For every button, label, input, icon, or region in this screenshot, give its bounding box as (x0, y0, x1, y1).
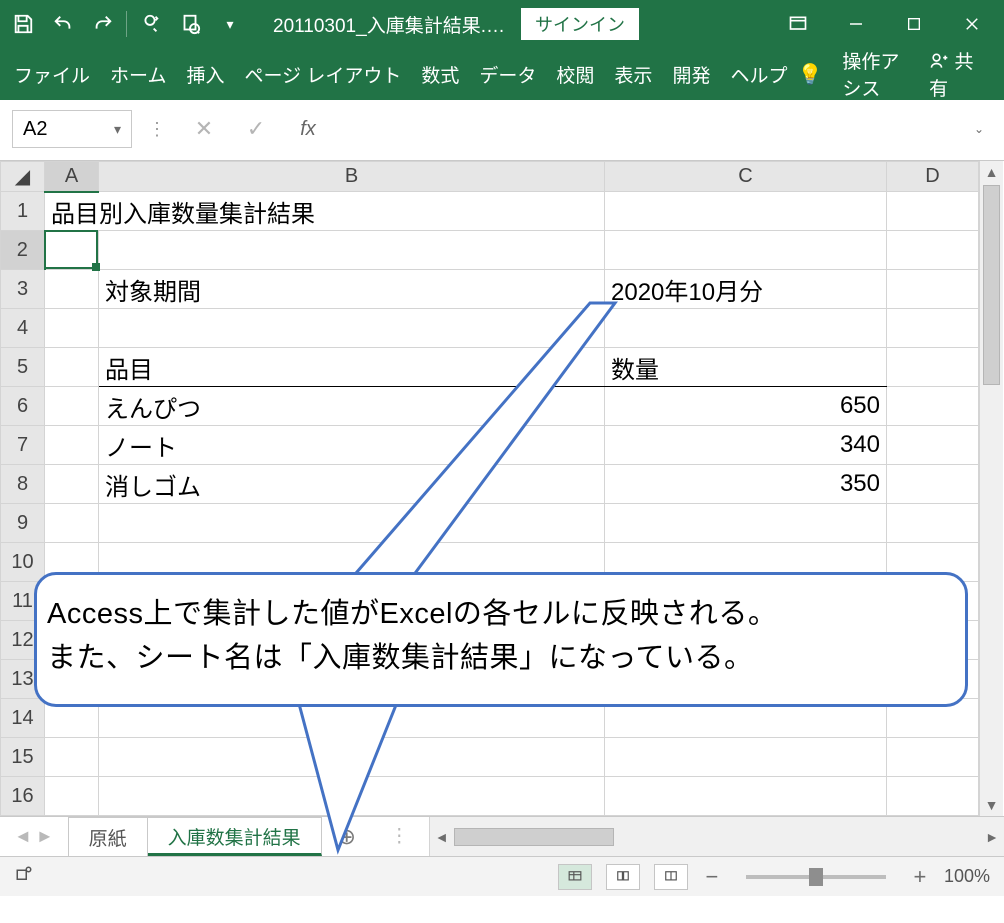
ribbon-tabs: ファイル ホーム 挿入 ページ レイアウト 数式 データ 校閲 表示 開発 ヘル… (0, 48, 1004, 100)
vertical-scrollbar[interactable]: ▲ ▼ (979, 161, 1003, 816)
col-header-C[interactable]: C (605, 162, 887, 192)
row-header-14[interactable]: 14 (1, 699, 45, 738)
row-header-1[interactable]: 1 (1, 192, 45, 231)
row-header-6[interactable]: 6 (1, 387, 45, 426)
tab-formulas[interactable]: 数式 (411, 48, 469, 100)
cell-C5[interactable]: 数量 (605, 348, 887, 387)
formula-bar: A2 ▾ ⋮ ✕ ✓ fx ⌄ (0, 100, 1004, 161)
zoom-in-button[interactable]: + (910, 864, 930, 890)
row-header-8[interactable]: 8 (1, 465, 45, 504)
tab-view[interactable]: 表示 (604, 48, 662, 100)
lightbulb-icon: 💡 (797, 62, 822, 87)
touch-mode-icon[interactable] (133, 7, 167, 41)
tab-file[interactable]: ファイル (4, 48, 100, 100)
col-header-A[interactable]: A (45, 162, 99, 192)
row-header-2[interactable]: 2 (1, 231, 45, 270)
cell-B2[interactable] (99, 231, 605, 270)
tab-data[interactable]: データ (469, 48, 546, 100)
cancel-formula-icon: ✕ (184, 110, 224, 148)
formula-input[interactable] (340, 110, 954, 148)
sheet-tabs-bar: ◄ ► 原紙 入庫数集計結果 ⊕ ⋮ ◄ ► (0, 816, 1004, 856)
save-icon[interactable] (6, 7, 40, 41)
tab-help[interactable]: ヘルプ (720, 48, 797, 100)
col-header-B[interactable]: B (99, 162, 605, 192)
print-preview-icon[interactable] (173, 7, 207, 41)
qat-customize-icon[interactable]: ▾ (213, 7, 247, 41)
cell-D2[interactable] (887, 231, 979, 270)
expand-formula-bar-icon[interactable]: ⌄ (966, 122, 992, 136)
close-button[interactable] (946, 0, 998, 48)
cell-C8[interactable]: 350 (605, 465, 887, 504)
cell-A1[interactable]: 品目別入庫数量集計結果 (45, 192, 605, 231)
undo-icon[interactable] (46, 7, 80, 41)
callout-line-2: また、シート名は「入庫数集計結果」になっている。 (47, 637, 955, 681)
row-header-3[interactable]: 3 (1, 270, 45, 309)
row-header-9[interactable]: 9 (1, 504, 45, 543)
tab-developer[interactable]: 開発 (662, 48, 720, 100)
zoom-out-button[interactable]: − (702, 864, 722, 890)
hscroll-thumb[interactable] (454, 828, 614, 846)
name-box-value: A2 (23, 118, 47, 141)
zoom-level[interactable]: 100% (944, 866, 990, 887)
cell-C3[interactable]: 2020年10月分 (605, 270, 887, 309)
ribbon-options-icon[interactable] (772, 0, 824, 48)
scroll-thumb[interactable] (983, 185, 1000, 385)
row-header-15[interactable]: 15 (1, 738, 45, 777)
callout-line-1: Access上で集計した値がExcelの各セルに反映される。 (47, 593, 955, 637)
cell-C7[interactable]: 340 (605, 426, 887, 465)
cell-C1[interactable] (605, 192, 887, 231)
tab-nav-next-icon[interactable]: ► (36, 826, 54, 847)
col-header-D[interactable]: D (887, 162, 979, 192)
tab-nav-prev-icon[interactable]: ◄ (14, 826, 32, 847)
redo-icon[interactable] (86, 7, 120, 41)
annotation-callout: Access上で集計した値がExcelの各セルに反映される。 また、シート名は「… (34, 572, 968, 707)
cell-A3[interactable] (45, 270, 99, 309)
document-title: 20110301_入庫集計結果.… (273, 11, 505, 38)
row-header-4[interactable]: 4 (1, 309, 45, 348)
callout-pointer-1 (340, 300, 640, 590)
cell-D1[interactable] (887, 192, 979, 231)
resize-handle[interactable]: ⋮ (144, 119, 172, 140)
cell-D3[interactable] (887, 270, 979, 309)
cell-C2[interactable] (605, 231, 887, 270)
view-pagelayout-button[interactable] (606, 864, 640, 890)
tab-nav-arrows[interactable]: ◄ ► (0, 817, 68, 856)
row-header-16[interactable]: 16 (1, 777, 45, 816)
tell-me-input[interactable]: 操作アシス (842, 47, 909, 101)
sheet-tab-original[interactable]: 原紙 (69, 817, 148, 856)
accept-formula-icon: ✓ (236, 110, 276, 148)
cell-C6[interactable]: 650 (605, 387, 887, 426)
callout-pointer-2 (278, 700, 438, 860)
row-header-10[interactable]: 10 (1, 543, 45, 582)
scroll-up-icon[interactable]: ▲ (980, 161, 1003, 183)
share-button[interactable]: 共有 (929, 47, 974, 101)
view-normal-button[interactable] (558, 864, 592, 890)
select-all-corner[interactable]: ◢ (1, 162, 45, 192)
tab-review[interactable]: 校閲 (546, 48, 604, 100)
minimize-button[interactable] (830, 0, 882, 48)
chevron-down-icon[interactable]: ▾ (114, 121, 121, 138)
name-box[interactable]: A2 ▾ (12, 110, 132, 148)
maximize-button[interactable] (888, 0, 940, 48)
tab-insert[interactable]: 挿入 (176, 48, 234, 100)
signin-button[interactable]: サインイン (521, 8, 639, 40)
tab-home[interactable]: ホーム (100, 48, 176, 100)
zoom-slider[interactable] (746, 875, 886, 879)
separator (126, 11, 127, 37)
row-header-5[interactable]: 5 (1, 348, 45, 387)
scroll-right-icon[interactable]: ► (980, 829, 1004, 845)
view-pagebreak-button[interactable] (654, 864, 688, 890)
title-bar: ▾ 20110301_入庫集計結果.… サインイン (0, 0, 1004, 48)
scroll-down-icon[interactable]: ▼ (980, 794, 1003, 816)
fx-icon[interactable]: fx (300, 118, 316, 141)
status-bar: − + 100% (0, 856, 1004, 896)
macro-record-icon[interactable] (14, 865, 34, 888)
horizontal-scrollbar[interactable]: ◄ ► (429, 817, 1004, 856)
tab-pagelayout[interactable]: ページ レイアウト (234, 48, 411, 100)
cell-A2[interactable] (45, 231, 99, 270)
row-header-7[interactable]: 7 (1, 426, 45, 465)
